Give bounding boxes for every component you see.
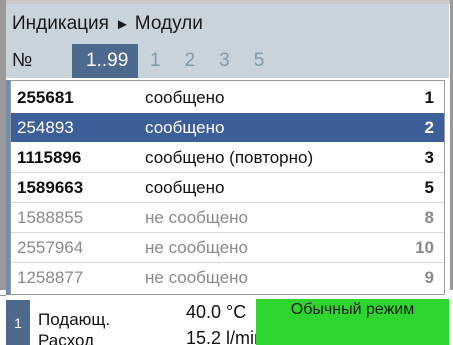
tab-1-99[interactable]: 1..99 — [72, 44, 138, 78]
module-number: 2 — [424, 117, 434, 137]
tab-3[interactable]: 3 — [207, 44, 242, 78]
breadcrumb: Индикация ► Модули — [6, 4, 449, 44]
module-number: 5 — [424, 177, 434, 197]
module-number: 9 — [424, 267, 434, 287]
tab-5[interactable]: 5 — [242, 44, 277, 78]
list-item[interactable]: 1115896 сообщено (повторно) 3 — [11, 143, 444, 172]
tab-1[interactable]: 1 — [138, 44, 173, 78]
supply-label: Подающ. — [38, 310, 111, 329]
module-id: 1115896 — [17, 147, 82, 167]
module-status: не сообщено — [145, 267, 248, 287]
module-number: 8 — [424, 207, 434, 227]
list-item[interactable]: 255681 сообщено 1 — [11, 83, 444, 112]
module-status: сообщено (повторно) — [145, 147, 314, 167]
screen: Индикация ► Модули № 1..99 1 2 3 5 25568… — [0, 0, 453, 345]
list-item[interactable]: 1258877 не сообщено 9 — [11, 263, 444, 292]
arrow-right-icon: ► — [114, 15, 130, 33]
module-number: 1 — [424, 87, 434, 107]
module-id: 254893 — [17, 117, 74, 137]
module-id: 1588855 — [17, 207, 84, 227]
mode-status-badge: Обычный режим — [256, 299, 449, 345]
tab-bar: № 1..99 1 2 3 5 — [6, 44, 449, 78]
breadcrumb-current: Модули — [134, 13, 203, 34]
list-item[interactable]: 2557964 не сообщено 10 — [11, 233, 444, 262]
pump-number-badge: 1 — [6, 300, 30, 345]
module-status: сообщено — [145, 177, 225, 197]
module-list: 255681 сообщено 1 254893 сообщено 2 1115… — [10, 80, 445, 295]
module-id: 2557964 — [17, 237, 84, 257]
module-status: сообщено — [145, 117, 225, 137]
list-item[interactable]: 1589663 сообщено 5 — [11, 173, 444, 202]
module-id: 1258877 — [17, 267, 84, 287]
module-number: 10 — [415, 237, 434, 257]
list-item-selected[interactable]: 254893 сообщено 2 — [11, 113, 444, 142]
supply-temperature-value: 40.0 °C — [186, 302, 247, 322]
flow-label: Расход — [38, 331, 95, 345]
tab-2[interactable]: 2 — [173, 44, 208, 78]
module-id: 255681 — [17, 87, 74, 107]
module-status: не сообщено — [145, 237, 248, 257]
module-number: 3 — [424, 147, 434, 167]
flow-rate-value: 15.2 l/min — [186, 328, 265, 345]
module-status: сообщено — [145, 87, 225, 107]
breadcrumb-parent[interactable]: Индикация — [12, 13, 109, 35]
module-id: 1589663 — [17, 177, 84, 197]
module-status: не сообщено — [145, 207, 248, 227]
list-item[interactable]: 1588855 не сообщено 8 — [11, 203, 444, 232]
tab-number-label: № — [12, 50, 33, 71]
